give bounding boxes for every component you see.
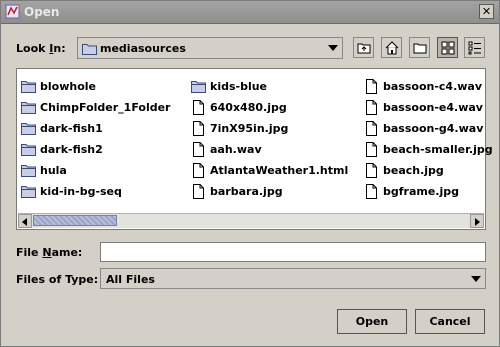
list-item[interactable]: beach.jpg <box>364 161 444 179</box>
file-icon <box>366 162 377 178</box>
file-icon <box>366 120 377 136</box>
app-icon <box>5 4 20 19</box>
folder-icon <box>82 44 97 55</box>
files-of-type-label: Files of Type: <box>16 273 99 286</box>
file-icon <box>193 120 204 136</box>
list-item[interactable]: kid-in-bg-seq <box>21 182 122 200</box>
list-view-button[interactable] <box>437 37 458 58</box>
file-list[interactable]: blowhole ChimpFolder_1Folder dark-fish1 dar… <box>16 68 493 230</box>
scroll-left-arrow[interactable] <box>18 214 32 228</box>
list-item-label: bassoon-g4.wav <box>383 121 484 135</box>
up-folder-icon <box>357 43 371 54</box>
list-item-label: AtlantaWeather1.html <box>210 163 349 177</box>
look-in-label-pre: Look <box>16 42 50 55</box>
list-item[interactable]: dark-fish1 <box>21 119 103 137</box>
list-item-label: ChimpFolder_1Folder <box>40 100 171 114</box>
list-item[interactable]: kids-blue <box>191 77 267 95</box>
scroll-right-arrow[interactable] <box>470 214 484 228</box>
file-name-input[interactable] <box>100 242 486 262</box>
file-icon <box>366 78 377 94</box>
folder-icon <box>21 143 36 156</box>
list-item-label: barbara.jpg <box>210 184 283 198</box>
list-item-label: 7inX95in.jpg <box>210 121 289 135</box>
list-item[interactable]: bgframe.jpg <box>364 182 459 200</box>
list-item-label: dark-fish1 <box>40 121 103 135</box>
files-of-type-value: All Files <box>106 273 155 286</box>
list-item-label: bassoon-c4.wav <box>383 79 483 93</box>
close-icon: ✕ <box>481 5 492 18</box>
list-item[interactable]: hula <box>21 161 67 179</box>
new-folder-icon <box>413 43 427 54</box>
list-view-icon <box>441 41 455 55</box>
cancel-button[interactable]: Cancel <box>415 309 485 334</box>
file-icon <box>193 141 204 157</box>
details-view-button[interactable] <box>464 37 485 58</box>
list-item[interactable]: barbara.jpg <box>191 182 283 200</box>
open-button[interactable]: Open <box>337 309 407 334</box>
list-item[interactable]: bassoon-c4.wav <box>364 77 482 95</box>
list-item-label: kids-blue <box>210 79 268 93</box>
folder-icon <box>21 164 36 177</box>
list-item[interactable]: ChimpFolder_1Folder <box>21 98 170 116</box>
look-in-value: mediasources <box>100 42 186 55</box>
window-title: Open <box>24 5 60 19</box>
files-of-type-dropdown[interactable]: All Files <box>100 268 486 289</box>
list-item[interactable]: dark-fish2 <box>21 140 103 158</box>
look-in-label: Look In: <box>16 42 66 55</box>
list-item[interactable]: aah.wav <box>191 140 262 158</box>
home-button[interactable] <box>381 37 402 58</box>
up-folder-button[interactable] <box>353 37 374 58</box>
file-name-label-pre: File <box>16 246 43 259</box>
close-button[interactable]: ✕ <box>479 4 494 19</box>
folder-icon <box>191 80 206 93</box>
file-icon <box>193 162 204 178</box>
scrollbar-thumb[interactable] <box>33 215 117 226</box>
list-item[interactable]: bassoon-g4.wav <box>364 119 483 137</box>
file-icon <box>366 183 377 199</box>
folder-icon <box>21 185 36 198</box>
folder-icon <box>21 101 36 114</box>
look-in-label-post: n: <box>53 42 66 55</box>
folder-icon <box>21 122 36 135</box>
file-name-mnemonic: N <box>42 246 52 259</box>
look-in-dropdown[interactable]: mediasources <box>77 37 343 59</box>
file-icon <box>366 141 377 157</box>
list-item-label: beach-smaller.jpg <box>383 142 493 156</box>
home-icon <box>385 41 399 55</box>
horizontal-scrollbar[interactable] <box>18 213 484 228</box>
file-icon <box>193 183 204 199</box>
chevron-down-icon[interactable] <box>328 45 338 51</box>
list-item[interactable]: beach-smaller.jpg <box>364 140 493 158</box>
title-bar[interactable]: Open ✕ <box>1 1 499 24</box>
list-item[interactable]: 7inX95in.jpg <box>191 119 288 137</box>
file-icon <box>366 99 377 115</box>
list-item-label: bassoon-e4.wav <box>383 100 483 114</box>
details-view-icon <box>468 41 481 55</box>
list-item-label: bgframe.jpg <box>383 184 460 198</box>
file-icon <box>193 99 204 115</box>
chevron-down-icon[interactable] <box>471 276 481 282</box>
list-item-label: kid-in-bg-seq <box>40 184 122 198</box>
list-item-label: aah.wav <box>210 142 262 156</box>
list-item-label: 640x480.jpg <box>210 100 287 114</box>
list-item[interactable]: blowhole <box>21 77 96 95</box>
list-item-label: dark-fish2 <box>40 142 103 156</box>
list-item[interactable]: 640x480.jpg <box>191 98 287 116</box>
list-item-label: beach.jpg <box>383 163 444 177</box>
list-item[interactable]: AtlantaWeather1.html <box>191 161 348 179</box>
list-item-label: hula <box>40 163 67 177</box>
file-name-label-post: ame: <box>51 246 83 259</box>
new-folder-button[interactable] <box>409 37 430 58</box>
list-item[interactable]: bassoon-e4.wav <box>364 98 483 116</box>
open-dialog: Open ✕ Look In: mediasources blowhole Ch… <box>0 0 500 347</box>
folder-icon <box>21 80 36 93</box>
file-name-label: File Name: <box>16 246 82 259</box>
list-item-label: blowhole <box>40 79 96 93</box>
